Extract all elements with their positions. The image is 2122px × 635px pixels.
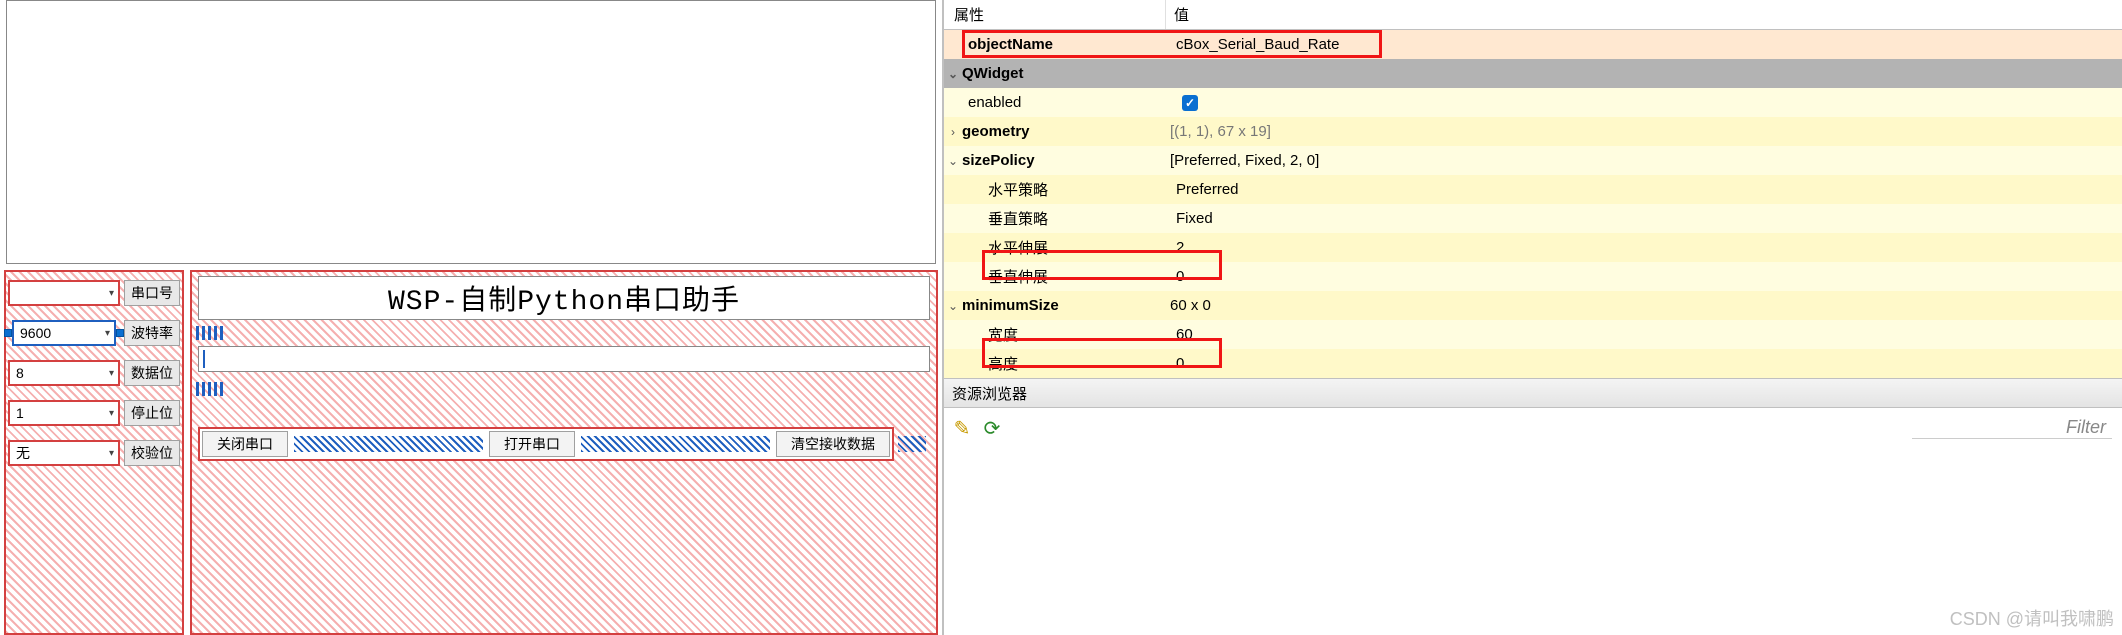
prop-value: cBox_Serial_Baud_Rate bbox=[1170, 36, 2122, 53]
chevron-down-icon: ▾ bbox=[105, 328, 110, 339]
prop-minsize-row[interactable]: ⌄ minimumSize 60 x 0 bbox=[944, 291, 2122, 320]
edit-icon[interactable]: ✎ bbox=[950, 416, 974, 440]
horizontal-spacer-icon bbox=[294, 436, 483, 452]
header-name: 属性 bbox=[944, 0, 1166, 29]
prop-name: sizePolicy bbox=[962, 152, 1164, 169]
combo-baud-rate[interactable]: 9600 ▾ bbox=[12, 320, 116, 346]
prop-name: enabled bbox=[968, 94, 1170, 111]
prop-value: ✓ bbox=[1170, 95, 2122, 111]
button-label: 关闭串口 bbox=[217, 434, 273, 454]
prop-vpolicy-row[interactable]: 垂直策略 Fixed bbox=[944, 204, 2122, 233]
combo-value: 1 bbox=[16, 405, 24, 421]
open-port-button[interactable]: 打开串口 bbox=[489, 431, 575, 457]
prop-geometry-row[interactable]: › geometry [(1, 1), 67 x 19] bbox=[944, 117, 2122, 146]
prop-value: 60 bbox=[1170, 326, 2122, 343]
filter-placeholder: Filter bbox=[2066, 417, 2106, 437]
prop-value: 2 bbox=[1170, 239, 2122, 256]
prop-value: [(1, 1), 67 x 19] bbox=[1164, 123, 2122, 140]
prop-name: minimumSize bbox=[962, 297, 1164, 314]
filter-input[interactable]: Filter bbox=[1912, 417, 2112, 439]
horizontal-spacer-icon bbox=[581, 436, 770, 452]
resource-browser-title[interactable]: 资源浏览器 bbox=[944, 378, 2122, 408]
selection-handle-icon bbox=[116, 329, 124, 337]
prop-name: 垂直伸展 bbox=[988, 266, 1170, 287]
horizontal-spacer-icon bbox=[898, 436, 926, 452]
combo-data-bits[interactable]: 8 ▾ bbox=[8, 360, 120, 386]
prop-value: 0 bbox=[1170, 355, 2122, 372]
main-right-layout: WSP-自制Python串口助手 关闭串口 bbox=[190, 270, 938, 635]
prop-value: Fixed bbox=[1170, 210, 2122, 227]
prop-name: QWidget bbox=[962, 65, 1024, 82]
prop-value: [Preferred, Fixed, 2, 0] bbox=[1164, 152, 2122, 169]
label-baud-rate: 波特率 bbox=[124, 320, 180, 346]
combo-stop-bits[interactable]: 1 ▾ bbox=[8, 400, 120, 426]
combo-value: 8 bbox=[16, 365, 24, 381]
prop-value: Preferred bbox=[1170, 181, 2122, 198]
refresh-icon[interactable]: ⟳ bbox=[980, 416, 1004, 440]
send-input[interactable] bbox=[198, 346, 930, 372]
property-header: 属性 值 bbox=[944, 0, 2122, 30]
prop-objectname-row[interactable]: objectName cBox_Serial_Baud_Rate bbox=[944, 30, 2122, 59]
label-stop-bits: 停止位 bbox=[124, 400, 180, 426]
form-design-area[interactable]: ▾ 串口号 9600 ▾ 波特率 8 ▾ bbox=[0, 0, 943, 635]
label-serial-port: 串口号 bbox=[124, 280, 180, 306]
receive-text-area[interactable] bbox=[6, 0, 936, 264]
prop-width-row[interactable]: 宽度 60 bbox=[944, 320, 2122, 349]
prop-name: 水平伸展 bbox=[988, 237, 1170, 258]
chevron-down-icon: ⌄ bbox=[944, 67, 962, 81]
prop-name: 高度 bbox=[988, 353, 1170, 374]
watermark-text: CSDN @请叫我啸鹏 bbox=[1950, 605, 2114, 631]
prop-name: geometry bbox=[962, 123, 1164, 140]
button-label: 清空接收数据 bbox=[791, 434, 875, 454]
vertical-spacer-icon bbox=[196, 382, 224, 396]
chevron-down-icon: ▾ bbox=[109, 408, 114, 419]
chevron-right-icon: › bbox=[944, 125, 962, 139]
clear-recv-button[interactable]: 清空接收数据 bbox=[776, 431, 890, 457]
checkbox-checked-icon[interactable]: ✓ bbox=[1182, 95, 1198, 111]
vertical-spacer-icon bbox=[196, 326, 224, 340]
label-data-bits: 数据位 bbox=[124, 360, 180, 386]
prop-qwidget-row[interactable]: ⌄ QWidget bbox=[944, 59, 2122, 88]
close-port-button[interactable]: 关闭串口 bbox=[202, 431, 288, 457]
chevron-down-icon: ▾ bbox=[109, 368, 114, 379]
property-editor-panel: 属性 值 objectName cBox_Serial_Baud_Rate ⌄ … bbox=[943, 0, 2122, 635]
selection-handle-icon bbox=[4, 329, 12, 337]
chevron-down-icon: ⌄ bbox=[944, 154, 962, 168]
prop-sizepolicy-row[interactable]: ⌄ sizePolicy [Preferred, Fixed, 2, 0] bbox=[944, 146, 2122, 175]
chevron-down-icon: ▾ bbox=[109, 448, 114, 459]
resource-toolbar: ✎ ⟳ Filter bbox=[944, 408, 2122, 448]
combo-parity[interactable]: 无 ▾ bbox=[8, 440, 120, 466]
prop-name: 水平策略 bbox=[988, 179, 1170, 200]
header-value: 值 bbox=[1166, 0, 2122, 29]
label-parity: 校验位 bbox=[124, 440, 180, 466]
prop-hpolicy-row[interactable]: 水平策略 Preferred bbox=[944, 175, 2122, 204]
prop-name: 垂直策略 bbox=[988, 208, 1170, 229]
prop-hstretch-row[interactable]: 水平伸展 2 bbox=[944, 233, 2122, 262]
prop-name: 宽度 bbox=[988, 324, 1170, 345]
app-title-text: WSP-自制Python串口助手 bbox=[388, 278, 740, 318]
text-cursor-icon bbox=[203, 350, 205, 368]
prop-value: 0 bbox=[1170, 268, 2122, 285]
prop-name: objectName bbox=[968, 36, 1170, 53]
prop-enabled-row[interactable]: enabled ✓ bbox=[944, 88, 2122, 117]
prop-height-row[interactable]: 高度 0 bbox=[944, 349, 2122, 378]
button-hlayout: 关闭串口 打开串口 清空接收数据 bbox=[198, 427, 894, 461]
serial-settings-layout: ▾ 串口号 9600 ▾ 波特率 8 ▾ bbox=[4, 270, 184, 635]
combo-value: 无 bbox=[16, 443, 30, 463]
chevron-down-icon: ▾ bbox=[109, 288, 114, 299]
chevron-down-icon: ⌄ bbox=[944, 299, 962, 313]
app-title-label: WSP-自制Python串口助手 bbox=[198, 276, 930, 320]
combo-serial-port[interactable]: ▾ bbox=[8, 280, 120, 306]
prop-vstretch-row[interactable]: 垂直伸展 0 bbox=[944, 262, 2122, 291]
button-label: 打开串口 bbox=[504, 434, 560, 454]
combo-value: 9600 bbox=[20, 325, 51, 341]
panel-title-text: 资源浏览器 bbox=[952, 383, 1027, 404]
prop-value: 60 x 0 bbox=[1164, 297, 2122, 314]
